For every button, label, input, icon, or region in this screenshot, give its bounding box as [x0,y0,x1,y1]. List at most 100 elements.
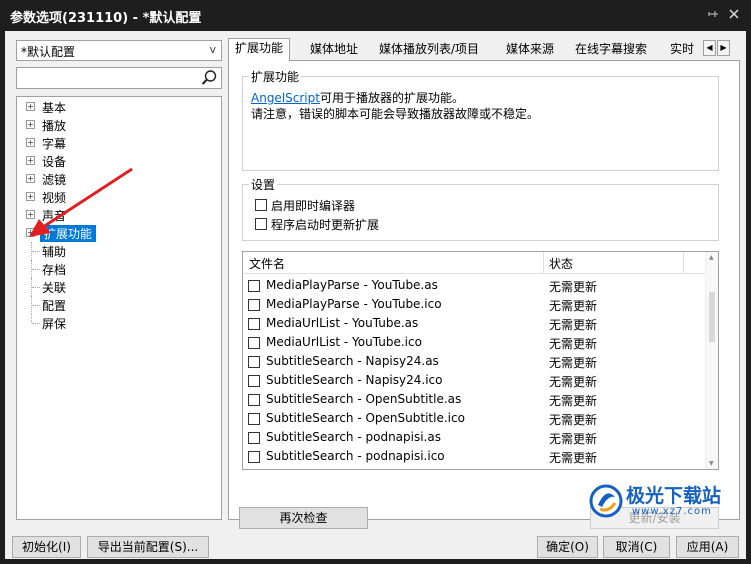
tree-item[interactable]: + 播放 [17,116,217,134]
list-row[interactable]: MediaPlayParse - YouTube.ico 无需更新 [243,295,706,314]
file-status: 无需更新 [549,413,598,427]
chevron-down-icon: v [209,43,216,56]
tree-connector [32,323,40,324]
tab-extension[interactable]: 扩展功能 [228,38,291,61]
checkbox-icon[interactable] [248,318,260,330]
scroll-thumb[interactable] [709,292,715,342]
file-status: 无需更新 [549,432,598,446]
extension-group-title: 扩展功能 [249,68,302,85]
tab-realtime[interactable]: 实时 [664,40,704,60]
export-config-button[interactable]: 导出当前配置(S)... [87,536,209,558]
list-row[interactable]: SubtitleSearch - Napisy24.ico 无需更新 [243,371,706,390]
tab-media-address[interactable]: 媒体地址 [304,40,364,60]
search-icon[interactable] [200,69,218,87]
file-name: SubtitleSearch - Napisy24.as [266,354,439,368]
expand-icon[interactable]: + [26,138,35,147]
extension-description: AngelScript可用于播放器的扩展功能。 请注意，错误的脚本可能会导致播放… [251,90,711,122]
expand-icon[interactable]: + [26,102,35,111]
tree-connector [32,305,40,306]
column-divider[interactable] [683,252,684,274]
list-row[interactable]: MediaPlayParse - YouTube.as 无需更新 [243,276,706,295]
file-status: 无需更新 [549,280,598,294]
file-name: MediaUrlList - YouTube.ico [266,335,422,349]
column-divider[interactable] [543,252,544,274]
tree-item[interactable]: 辅助 [17,242,217,260]
checkbox-icon[interactable] [248,280,260,292]
tab-scroll-right-icon[interactable]: ▶ [717,40,730,56]
list-row[interactable]: SubtitleSearch - podnapisi.ico 无需更新 [243,447,706,466]
file-name: SubtitleSearch - Napisy24.ico [266,373,443,387]
column-header-status[interactable]: 状态 [549,255,573,272]
tree-item[interactable]: 关联 [17,278,217,296]
pin-icon[interactable] [707,8,721,22]
tab-media-playlist[interactable]: 媒体播放列表/项目 [373,40,485,60]
angelscript-link[interactable]: AngelScript [251,91,320,105]
checkbox-icon[interactable] [255,218,267,230]
recheck-button[interactable]: 再次检查 [239,507,368,529]
apply-button[interactable]: 应用(A) [676,536,739,558]
search-input[interactable] [19,70,189,86]
checkbox-icon[interactable] [248,356,260,368]
list-row[interactable]: SubtitleSearch - OpenSubtitle.as 无需更新 [243,390,706,409]
settings-group-title: 设置 [249,176,278,193]
file-name: MediaUrlList - YouTube.as [266,316,419,330]
watermark-url: www.xz7.com [632,506,712,517]
settings-tree[interactable]: + 基本 + 播放 + 字幕 + 设备 + 滤镜 + 视频 + 声音 + 扩展功能 辅助 存档 关联 配置 屏保 [16,96,222,520]
tree-connector [32,251,40,252]
checkbox-icon[interactable] [248,432,260,444]
tree-item-label: 存档 [42,263,67,277]
checkbox-icon[interactable] [248,375,260,387]
tree-item[interactable]: + 字幕 [17,134,217,152]
tree-connector [32,287,40,288]
scroll-up-icon[interactable]: ▲ [709,254,714,261]
tree-item-label: 播放 [42,119,67,133]
checkbox-icon[interactable] [248,413,260,425]
list-row[interactable]: SubtitleSearch - OpenSubtitle.ico 无需更新 [243,409,706,428]
extension-desc-line2: 请注意，错误的脚本可能会导致播放器故障或不稳定。 [251,107,540,121]
tree-item-label: 字幕 [42,137,67,151]
file-status: 无需更新 [549,356,598,370]
tab-strip: 扩展功能 媒体地址 媒体播放列表/项目 媒体来源 在线字幕搜索 实时 ◀ ▶ [228,38,740,61]
settings-group: 设置 启用即时编译器 程序启动时更新扩展 [242,176,719,241]
list-row[interactable]: MediaUrlList - YouTube.as 无需更新 [243,314,706,333]
init-button[interactable]: 初始化(I) [12,536,81,558]
file-status: 无需更新 [549,318,598,332]
ok-button[interactable]: 确定(O) [537,536,598,558]
file-name: MediaPlayParse - YouTube.ico [266,297,442,311]
scroll-down-icon[interactable]: ▼ [709,460,714,467]
file-name: SubtitleSearch - OpenSubtitle.as [266,392,462,406]
list-scrollbar[interactable]: ▲ ▼ [705,252,718,469]
tab-online-subtitle-search[interactable]: 在线字幕搜索 [569,40,653,60]
file-status: 无需更新 [549,394,598,408]
column-header-filename[interactable]: 文件名 [249,255,285,272]
tree-item[interactable]: + 基本 [17,98,217,116]
watermark: 极光下载站 www.xz7.com [588,479,738,523]
expand-icon[interactable]: + [26,120,35,129]
tree-item-label: 配置 [42,299,67,313]
extension-group: 扩展功能 AngelScript可用于播放器的扩展功能。 请注意，错误的脚本可能… [242,68,719,171]
tab-scroll-left-icon[interactable]: ◀ [703,40,716,56]
tab-page-extension: 扩展功能 AngelScript可用于播放器的扩展功能。 请注意，错误的脚本可能… [228,60,740,529]
extension-file-list[interactable]: 文件名 状态 ▲ ▼ MediaPlayParse - YouTube.as 无需… [242,251,719,470]
profile-dropdown[interactable]: *默认配置 v [16,40,222,61]
checkbox-icon[interactable] [248,451,260,463]
file-name: MediaPlayParse - YouTube.as [266,278,438,292]
watermark-logo [589,484,623,518]
list-row[interactable]: SubtitleSearch - podnapisi.as 无需更新 [243,428,706,447]
tree-item[interactable]: 存档 [17,260,217,278]
profile-dropdown-value: *默认配置 [21,45,76,59]
checkbox-icon[interactable] [248,394,260,406]
tab-media-source[interactable]: 媒体来源 [500,40,560,60]
checkbox-icon[interactable] [248,337,260,349]
tree-item[interactable]: 屏保 [17,314,217,332]
list-row[interactable]: MediaUrlList - YouTube.ico 无需更新 [243,333,706,352]
search-field[interactable] [16,67,222,89]
checkbox-icon[interactable] [248,299,260,311]
checkbox-icon[interactable] [255,199,267,211]
list-row[interactable]: SubtitleSearch - Napisy24.as 无需更新 [243,352,706,371]
tree-item[interactable]: 配置 [17,296,217,314]
file-status: 无需更新 [549,337,598,351]
tree-item-label: 辅助 [42,245,67,259]
cancel-button[interactable]: 取消(C) [603,536,670,558]
close-icon[interactable] [728,5,744,23]
